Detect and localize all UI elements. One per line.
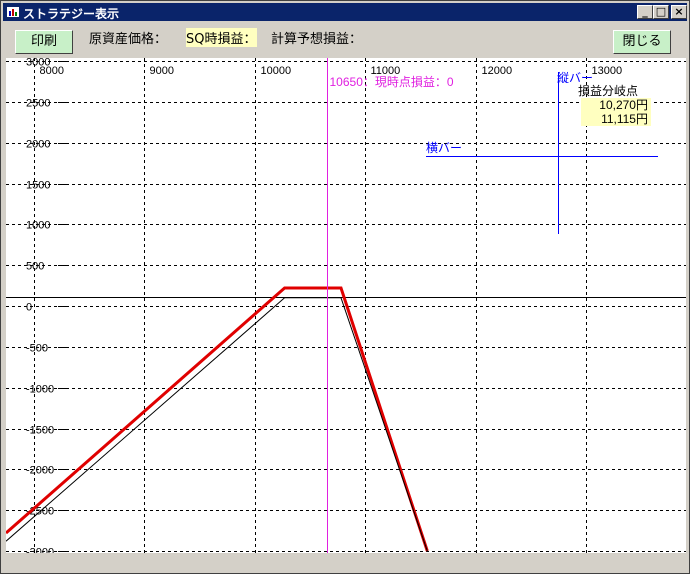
y-tick-label: -2000 bbox=[26, 465, 54, 477]
window-title: ストラテジー表示 bbox=[23, 7, 120, 21]
x-tick-label: 10000 bbox=[261, 65, 292, 77]
underlying-price-label: 原資産価格： bbox=[89, 32, 168, 47]
pnl-line-black bbox=[6, 297, 428, 552]
y-tick-label: 500 bbox=[26, 261, 44, 273]
y-tick-label: 2500 bbox=[26, 98, 50, 110]
current-price-label: 10650：現時点損益：0 bbox=[330, 74, 454, 89]
minimize-button[interactable]: _ bbox=[637, 5, 653, 19]
breakeven-title: 損益分岐点 bbox=[578, 83, 638, 98]
y-tick-label: 3000 bbox=[26, 58, 50, 69]
strategy-window: ストラテジー表示 _ □ × 印刷 原資産価格： SQ時損益： 計算予想損益： … bbox=[0, 0, 690, 574]
toolbar: 印刷 原資産価格： SQ時損益： 計算予想損益： 閉じる bbox=[3, 22, 687, 58]
breakeven-value: 10,270円 bbox=[599, 98, 648, 112]
calc-expected-pnl-label: 計算予想損益： bbox=[271, 32, 363, 47]
x-tick-label: 9000 bbox=[150, 65, 174, 77]
title-bar[interactable]: ストラテジー表示 _ □ × bbox=[3, 3, 687, 21]
maximize-button[interactable]: □ bbox=[653, 5, 669, 19]
pnl-line-red bbox=[6, 286, 429, 552]
close-button[interactable]: 閉じる bbox=[613, 30, 671, 54]
horizontal-bar-label: 横バー bbox=[426, 141, 462, 155]
y-tick-label: 2000 bbox=[26, 139, 50, 151]
y-tick-label: 1000 bbox=[26, 220, 50, 232]
x-tick-label: 12000 bbox=[482, 65, 513, 77]
close-window-button[interactable]: × bbox=[671, 5, 687, 19]
x-tick-label: 13000 bbox=[592, 65, 623, 77]
breakeven-value: 11,115円 bbox=[601, 112, 648, 126]
vertical-bar-label: 縦バー bbox=[557, 71, 593, 85]
y-tick-label: -1500 bbox=[26, 425, 54, 437]
app-icon bbox=[7, 7, 19, 17]
y-tick-label: 1500 bbox=[26, 180, 50, 192]
pnl-chart: 8000 9000 10000 11000 12000 13000 3000 2500 2000… bbox=[6, 58, 686, 553]
pnl-chart-svg: 8000 9000 10000 11000 12000 13000300025002000… bbox=[6, 58, 686, 553]
print-button[interactable]: 印刷 bbox=[15, 30, 73, 54]
y-tick-label: -500 bbox=[26, 343, 48, 355]
sq-pnl-label: SQ時損益： bbox=[186, 28, 257, 47]
y-tick-label: -1000 bbox=[26, 384, 54, 396]
y-tick-label: -3000 bbox=[26, 547, 54, 554]
y-tick-label: 0 bbox=[26, 302, 32, 314]
